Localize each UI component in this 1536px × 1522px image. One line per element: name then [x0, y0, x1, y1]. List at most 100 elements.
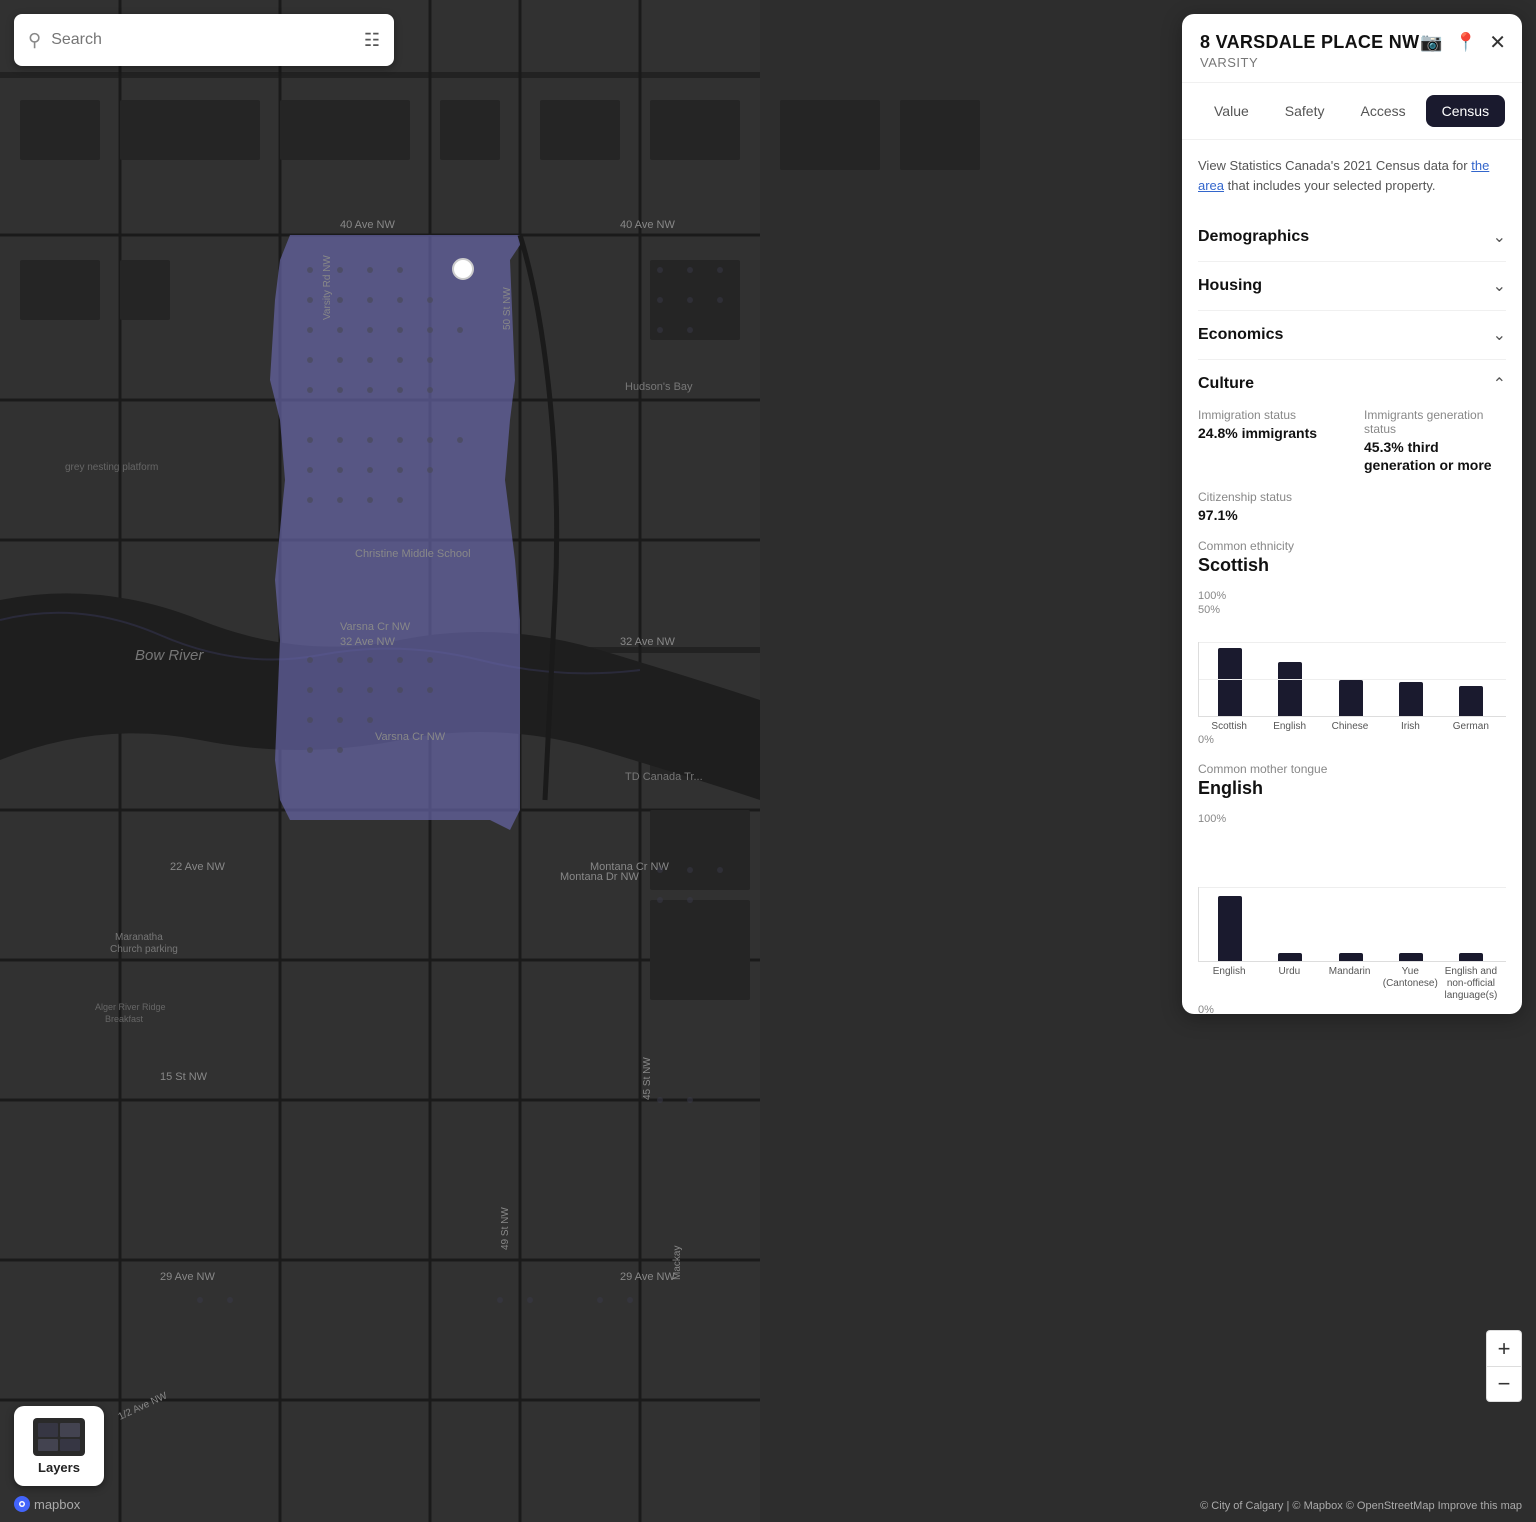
economics-chevron: ⌄: [1493, 325, 1506, 345]
zoom-in-button[interactable]: +: [1486, 1330, 1522, 1366]
mt-label-mandarin: Mandarin: [1323, 966, 1377, 1002]
svg-text:50 St NW: 50 St NW: [502, 287, 513, 330]
bar-group-mandarin: [1323, 953, 1377, 961]
mother-tongue-labels: English Urdu Mandarin Yue(Cantonese) Eng…: [1198, 962, 1506, 1002]
layers-thumbnail: [33, 1418, 85, 1456]
svg-text:40 Ave NW: 40 Ave NW: [340, 219, 395, 231]
panel-header: 8 VARSDALE PLACE NW VARSITY 📷 📍 ✕: [1182, 14, 1522, 83]
mother-tongue-label: Common mother tongue: [1198, 762, 1506, 776]
tab-access[interactable]: Access: [1344, 95, 1421, 127]
map-marker: [452, 258, 474, 280]
housing-chevron: ⌄: [1493, 276, 1506, 296]
immigration-status-label: Immigration status: [1198, 408, 1340, 422]
bar-group-irish: [1384, 682, 1438, 716]
camera-icon[interactable]: 📷: [1420, 32, 1442, 53]
bar-english-eth: [1278, 662, 1302, 716]
bar-group-scottish: [1203, 648, 1257, 716]
search-input[interactable]: [51, 31, 354, 49]
svg-text:32 Ave NW: 32 Ave NW: [620, 636, 675, 648]
svg-text:Hudson's Bay: Hudson's Bay: [625, 381, 693, 393]
citizenship-item: Citizenship status 97.1%: [1198, 490, 1506, 524]
mt-label-en-nonoff: English and non-official language(s): [1444, 966, 1498, 1002]
bar-group-urdu: [1263, 953, 1317, 961]
bar-group-chinese: [1323, 680, 1377, 716]
label-german: German: [1444, 721, 1498, 732]
svg-text:32 Ave NW: 32 Ave NW: [340, 636, 395, 648]
mt-label-en: English: [1202, 966, 1256, 1002]
immigration-stats-row: Immigration status 24.8% immigrants Immi…: [1198, 408, 1506, 474]
svg-text:29 Ave NW: 29 Ave NW: [620, 1271, 675, 1283]
bar-german: [1459, 686, 1483, 716]
tab-safety[interactable]: Safety: [1269, 95, 1341, 127]
svg-text:49 St NW: 49 St NW: [500, 1207, 511, 1250]
culture-header[interactable]: Culture ⌃: [1198, 360, 1506, 408]
svg-text:22 Ave NW: 22 Ave NW: [170, 861, 225, 873]
bar-mandarin: [1339, 953, 1363, 961]
svg-text:Mackay: Mackay: [672, 1246, 683, 1280]
bar-en-nonoff: [1459, 953, 1483, 961]
panel-tabs: Value Safety Access Census: [1182, 83, 1522, 140]
layers-button[interactable]: Layers: [14, 1406, 104, 1486]
svg-text:Alger River Ridge: Alger River Ridge: [95, 1002, 166, 1012]
bar-group-en-nonoff: [1444, 953, 1498, 961]
label-english-eth: English: [1262, 721, 1316, 732]
section-economics[interactable]: Economics ⌄: [1198, 311, 1506, 360]
mother-tongue-value: English: [1198, 778, 1506, 799]
search-bar: ⚲ ☷: [14, 14, 394, 66]
svg-text:Bow River: Bow River: [135, 647, 204, 664]
panel-header-icons: 📷 📍 ✕: [1420, 30, 1506, 55]
svg-text:grey nesting platform: grey nesting platform: [65, 462, 158, 473]
bar-irish: [1399, 682, 1423, 716]
zoom-out-button[interactable]: −: [1486, 1366, 1522, 1402]
close-icon[interactable]: ✕: [1489, 30, 1506, 55]
mother-tongue-0: 0%: [1198, 1004, 1506, 1014]
ethnicity-item: Common ethnicity Scottish: [1198, 539, 1506, 576]
census-area-link[interactable]: the area: [1198, 158, 1489, 193]
section-culture: Culture ⌃ Immigration status 24.8% immig…: [1198, 360, 1506, 1014]
svg-text:Church parking: Church parking: [110, 944, 178, 955]
bar-yue: [1399, 953, 1423, 961]
mt-label-yue: Yue(Cantonese): [1383, 966, 1438, 1002]
citizenship-label: Citizenship status: [1198, 490, 1506, 504]
bar-group-english-eth: [1263, 662, 1317, 716]
culture-label: Culture: [1198, 375, 1254, 393]
mapbox-text: mapbox: [34, 1497, 80, 1512]
svg-text:Maranatha: Maranatha: [115, 932, 163, 943]
svg-text:Breakfast: Breakfast: [105, 1014, 144, 1024]
tab-census[interactable]: Census: [1426, 95, 1505, 127]
svg-text:45 St NW: 45 St NW: [642, 1057, 653, 1100]
bar-chinese: [1339, 680, 1363, 716]
mother-tongue-item: Common mother tongue English: [1198, 762, 1506, 799]
svg-text:Varsity Rd NW: Varsity Rd NW: [322, 255, 333, 320]
ethnicity-chart-0: 0%: [1198, 734, 1506, 746]
zoom-controls: + −: [1486, 1330, 1522, 1402]
mother-tongue-100: 100%: [1198, 813, 1506, 825]
economics-label: Economics: [1198, 326, 1283, 344]
bar-group-en: [1203, 896, 1257, 961]
ethnicity-chart: 100% 50%: [1198, 590, 1506, 746]
citizenship-value: 97.1%: [1198, 506, 1506, 524]
ethnicity-chart-labels: Scottish English Chinese Irish German: [1198, 717, 1506, 732]
housing-label: Housing: [1198, 277, 1262, 295]
ethnicity-grid-mid: [1199, 679, 1506, 680]
panel-content: View Statistics Canada's 2021 Census dat…: [1182, 140, 1522, 1014]
section-demographics[interactable]: Demographics ⌄: [1198, 213, 1506, 262]
section-housing[interactable]: Housing ⌄: [1198, 262, 1506, 311]
immigrants-generation-value: 45.3% third generation or more: [1364, 438, 1506, 474]
ethnicity-chart-50: 50%: [1198, 604, 1506, 616]
bar-group-yue: [1384, 953, 1438, 961]
filter-icon[interactable]: ☷: [364, 30, 380, 51]
location-pin-icon[interactable]: 📍: [1455, 32, 1477, 53]
culture-chevron: ⌃: [1493, 374, 1506, 394]
tab-value[interactable]: Value: [1198, 95, 1265, 127]
search-icon: ⚲: [28, 30, 41, 51]
bar-urdu: [1278, 953, 1302, 961]
attribution: © City of Calgary | © Mapbox © OpenStree…: [1200, 1500, 1522, 1512]
census-intro: View Statistics Canada's 2021 Census dat…: [1198, 156, 1506, 195]
layers-label: Layers: [38, 1460, 80, 1475]
mt-grid-top: [1199, 887, 1506, 888]
ethnicity-value: Scottish: [1198, 555, 1506, 576]
svg-text:TD Canada Tr...: TD Canada Tr...: [625, 771, 703, 783]
immigration-status-item: Immigration status 24.8% immigrants: [1198, 408, 1340, 474]
immigrants-generation-item: Immigrants generation status 45.3% third…: [1364, 408, 1506, 474]
